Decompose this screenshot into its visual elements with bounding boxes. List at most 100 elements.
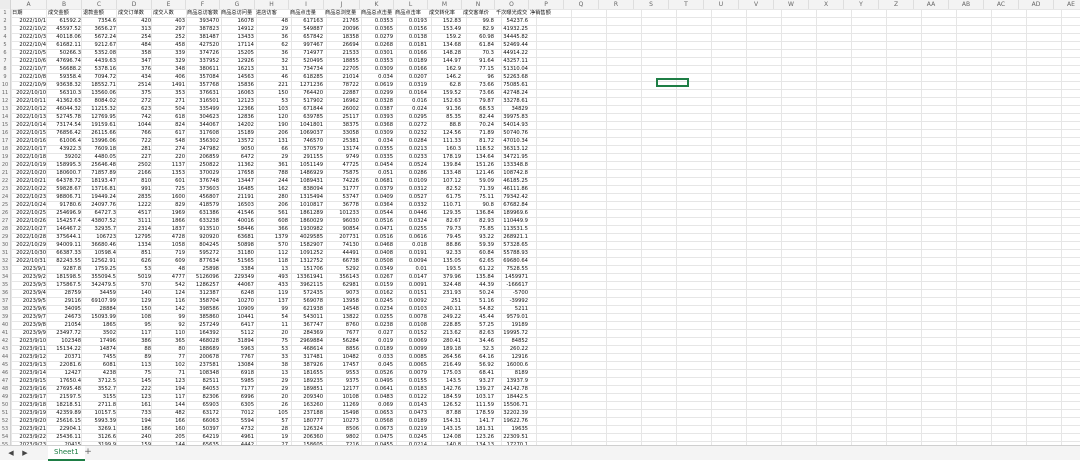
- table-cell[interactable]: 5993.39: [82, 417, 117, 425]
- table-cell[interactable]: 2022/10/23: [11, 193, 47, 201]
- table-cell[interactable]: 1866: [152, 217, 186, 225]
- table-cell[interactable]: 13433: [220, 33, 255, 41]
- table-cell[interactable]: 2022/10/30: [11, 249, 47, 257]
- table-cell[interactable]: 28884: [82, 305, 117, 313]
- table-cell[interactable]: 0.0091: [394, 281, 428, 289]
- table-cell[interactable]: 103.17: [462, 393, 495, 401]
- table-cell[interactable]: 34459: [82, 289, 117, 297]
- table-cell[interactable]: 73.66: [462, 81, 495, 89]
- table-cell[interactable]: 79.87: [462, 97, 495, 105]
- table-cell[interactable]: 18442.5: [495, 393, 529, 401]
- table-cell[interactable]: 84053: [186, 385, 220, 393]
- table-cell[interactable]: 87.88: [428, 409, 462, 417]
- table-cell[interactable]: 65903: [186, 401, 220, 409]
- table-cell[interactable]: 80: [152, 345, 186, 353]
- table-cell[interactable]: 0.0324: [394, 217, 428, 225]
- table-cell[interactable]: 178.19: [428, 153, 462, 161]
- table-cell[interactable]: 200678: [186, 353, 220, 361]
- table-cell[interactable]: 2023/9/7: [11, 313, 47, 321]
- table-cell[interactable]: 0.0183: [394, 385, 428, 393]
- table-cell[interactable]: 18855: [324, 57, 360, 65]
- table-cell[interactable]: 0.0408: [360, 249, 394, 257]
- row-header[interactable]: 15: [0, 121, 10, 129]
- table-cell[interactable]: 71.39: [462, 185, 495, 193]
- table-cell[interactable]: 1861289: [289, 209, 324, 217]
- table-cell[interactable]: 2022/10/31: [11, 257, 47, 265]
- table-cell[interactable]: -39992: [495, 297, 529, 305]
- row-header[interactable]: 13: [0, 105, 10, 113]
- table-cell[interactable]: 93.22: [462, 233, 495, 241]
- table-cell[interactable]: 0.0653: [360, 409, 394, 417]
- row-header[interactable]: 43: [0, 345, 10, 353]
- table-cell[interactable]: 101233: [324, 209, 360, 217]
- table-cell[interactable]: 260.22: [495, 345, 529, 353]
- table-cell[interactable]: 4238: [82, 369, 117, 377]
- table-cell[interactable]: 374726: [186, 49, 220, 57]
- table-cell[interactable]: 2502: [117, 161, 152, 169]
- table-cell[interactable]: 0.0328: [360, 97, 394, 105]
- row-header[interactable]: 7: [0, 57, 10, 65]
- row-header[interactable]: 23: [0, 185, 10, 193]
- table-cell[interactable]: 0.0673: [360, 425, 394, 433]
- table-cell[interactable]: 913510: [186, 225, 220, 233]
- table-cell[interactable]: 4732: [220, 425, 255, 433]
- table-cell[interactable]: 57328.65: [495, 241, 529, 249]
- table-cell[interactable]: 70.3: [462, 49, 495, 57]
- table-cell[interactable]: 6472: [220, 153, 255, 161]
- column-title[interactable]: 退款金额: [82, 9, 117, 17]
- table-cell[interactable]: 41932.25: [495, 25, 529, 33]
- table-cell[interactable]: 0.0151: [394, 289, 428, 297]
- table-cell[interactable]: 608: [255, 217, 289, 225]
- column-header-m[interactable]: M: [428, 0, 462, 9]
- table-cell[interactable]: 2022/10/5: [11, 49, 47, 57]
- column-header-ab[interactable]: AB: [949, 0, 984, 9]
- table-cell[interactable]: 36778: [324, 201, 360, 209]
- table-cell[interactable]: 190: [255, 121, 289, 129]
- table-cell[interactable]: 0.0544: [360, 209, 394, 217]
- table-cell[interactable]: 62.8: [428, 81, 462, 89]
- table-cell[interactable]: 810: [117, 177, 152, 185]
- table-cell[interactable]: 1759.25: [82, 265, 117, 273]
- table-cell[interactable]: 2022/10/16: [11, 137, 47, 145]
- table-cell[interactable]: 121.46: [462, 169, 495, 177]
- table-cell[interactable]: 0.019: [360, 337, 394, 345]
- column-header-b[interactable]: B: [47, 0, 82, 9]
- table-cell[interactable]: 23497.72: [47, 329, 82, 337]
- table-cell[interactable]: 788: [255, 169, 289, 177]
- table-cell[interactable]: 17496: [82, 337, 117, 345]
- table-cell[interactable]: 48: [152, 265, 186, 273]
- table-cell[interactable]: 56.92: [462, 361, 495, 369]
- table-cell[interactable]: 61.75: [428, 193, 462, 201]
- table-cell[interactable]: 549887: [289, 25, 324, 33]
- table-cell[interactable]: 38375: [324, 121, 360, 129]
- table-cell[interactable]: 1353: [152, 169, 186, 177]
- table-cell[interactable]: 247982: [186, 145, 220, 153]
- table-cell[interactable]: 22081.6: [47, 361, 82, 369]
- table-cell[interactable]: 342479.5: [82, 281, 117, 289]
- table-cell[interactable]: 0.018: [394, 241, 428, 249]
- table-cell[interactable]: 0.0355: [360, 145, 394, 153]
- table-cell[interactable]: 26: [255, 401, 289, 409]
- table-cell[interactable]: 0.0166: [394, 65, 428, 73]
- table-cell[interactable]: 570: [255, 241, 289, 249]
- table-cell[interactable]: 714977: [289, 49, 324, 57]
- table-cell[interactable]: 0.0164: [394, 89, 428, 97]
- table-cell[interactable]: 75: [117, 369, 152, 377]
- table-cell[interactable]: 0.0191: [394, 249, 428, 257]
- table-cell[interactable]: 2023/9/6: [11, 305, 47, 313]
- table-cell[interactable]: 150: [255, 89, 289, 97]
- table-cell[interactable]: 2023/9/2: [11, 273, 47, 281]
- row-header[interactable]: 5: [0, 41, 10, 49]
- table-cell[interactable]: 570: [117, 281, 152, 289]
- table-cell[interactable]: 6918: [220, 369, 255, 377]
- table-cell[interactable]: 29: [255, 377, 289, 385]
- table-cell[interactable]: 1334: [117, 241, 152, 249]
- table-cell[interactable]: 733: [117, 409, 152, 417]
- table-cell[interactable]: 29: [255, 385, 289, 393]
- table-cell[interactable]: 44067: [220, 281, 255, 289]
- table-cell[interactable]: 268921.1: [495, 233, 529, 241]
- table-cell[interactable]: 0.0568: [360, 417, 394, 425]
- table-cell[interactable]: 194: [117, 417, 152, 425]
- table-cell[interactable]: 79.73: [428, 225, 462, 233]
- table-cell[interactable]: 105: [255, 409, 289, 417]
